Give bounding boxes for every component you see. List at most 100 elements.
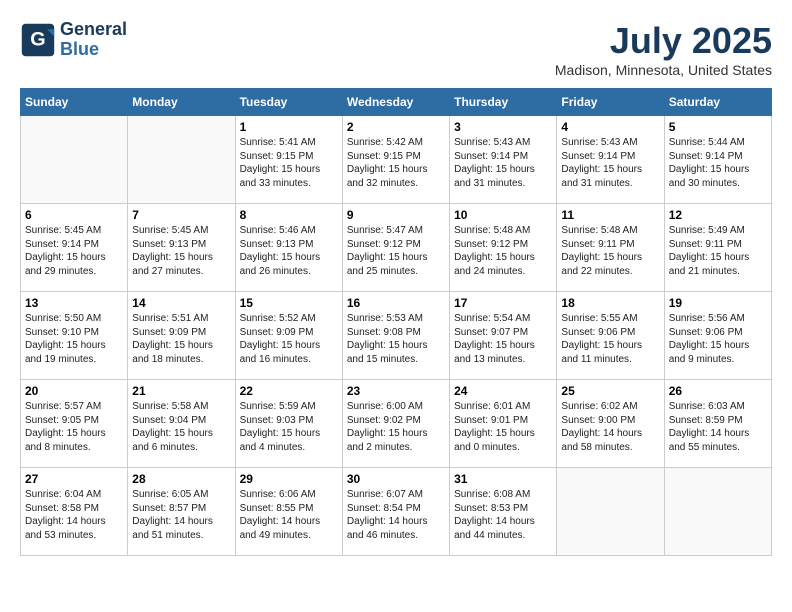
daylight-text: Daylight: 15 hours and 8 minutes. [25, 427, 123, 454]
sunset-text: Sunset: 9:14 PM [25, 238, 123, 252]
sunset-text: Sunset: 9:11 PM [669, 238, 767, 252]
sunrise-text: Sunrise: 6:06 AM [240, 488, 338, 502]
sunrise-text: Sunrise: 5:49 AM [669, 224, 767, 238]
day-number: 8 [240, 208, 338, 222]
daylight-text: Daylight: 15 hours and 33 minutes. [240, 163, 338, 190]
cell-content: Sunrise: 6:06 AMSunset: 8:55 PMDaylight:… [240, 488, 338, 542]
cell-content: Sunrise: 5:42 AMSunset: 9:15 PMDaylight:… [347, 136, 445, 190]
sunrise-text: Sunrise: 5:57 AM [25, 400, 123, 414]
title-block: July 2025 Madison, Minnesota, United Sta… [555, 20, 772, 78]
day-number: 12 [669, 208, 767, 222]
calendar-cell: 5 Sunrise: 5:44 AMSunset: 9:14 PMDaylight… [664, 116, 771, 204]
sunrise-text: Sunrise: 5:48 AM [561, 224, 659, 238]
sunset-text: Sunset: 9:09 PM [132, 326, 230, 340]
sunrise-text: Sunrise: 6:08 AM [454, 488, 552, 502]
day-number: 1 [240, 120, 338, 134]
day-number: 2 [347, 120, 445, 134]
cell-content: Sunrise: 5:43 AMSunset: 9:14 PMDaylight:… [454, 136, 552, 190]
calendar-cell: 18Sunrise: 5:55 AMSunset: 9:06 PMDayligh… [557, 292, 664, 380]
daylight-text: Daylight: 15 hours and 15 minutes. [347, 339, 445, 366]
calendar-cell: 6Sunrise: 5:45 AMSunset: 9:14 PMDaylight… [21, 204, 128, 292]
calendar-cell: 7Sunrise: 5:45 AMSunset: 9:13 PMDaylight… [128, 204, 235, 292]
sunset-text: Sunset: 8:58 PM [25, 502, 123, 516]
svg-text:G: G [30, 28, 45, 50]
cell-content: Sunrise: 6:08 AMSunset: 8:53 PMDaylight:… [454, 488, 552, 542]
sunset-text: Sunset: 9:12 PM [347, 238, 445, 252]
calendar-cell: 19Sunrise: 5:56 AMSunset: 9:06 PMDayligh… [664, 292, 771, 380]
day-number: 24 [454, 384, 552, 398]
sunset-text: Sunset: 9:04 PM [132, 414, 230, 428]
daylight-text: Daylight: 15 hours and 31 minutes. [561, 163, 659, 190]
day-number: 23 [347, 384, 445, 398]
day-number: 15 [240, 296, 338, 310]
day-number: 21 [132, 384, 230, 398]
daylight-text: Daylight: 14 hours and 51 minutes. [132, 515, 230, 542]
sunrise-text: Sunrise: 5:44 AM [669, 136, 767, 150]
daylight-text: Daylight: 15 hours and 19 minutes. [25, 339, 123, 366]
cell-content: Sunrise: 6:04 AMSunset: 8:58 PMDaylight:… [25, 488, 123, 542]
sunset-text: Sunset: 9:11 PM [561, 238, 659, 252]
day-number: 5 [669, 120, 767, 134]
logo-icon: G [20, 22, 56, 58]
sunrise-text: Sunrise: 5:56 AM [669, 312, 767, 326]
daylight-text: Daylight: 15 hours and 22 minutes. [561, 251, 659, 278]
daylight-text: Daylight: 15 hours and 0 minutes. [454, 427, 552, 454]
day-number: 16 [347, 296, 445, 310]
sunset-text: Sunset: 9:06 PM [669, 326, 767, 340]
sunset-text: Sunset: 8:54 PM [347, 502, 445, 516]
day-number: 29 [240, 472, 338, 486]
cell-content: Sunrise: 5:51 AMSunset: 9:09 PMDaylight:… [132, 312, 230, 366]
cell-content: Sunrise: 5:50 AMSunset: 9:10 PMDaylight:… [25, 312, 123, 366]
sunset-text: Sunset: 9:06 PM [561, 326, 659, 340]
daylight-text: Daylight: 14 hours and 58 minutes. [561, 427, 659, 454]
sunset-text: Sunset: 9:01 PM [454, 414, 552, 428]
sunset-text: Sunset: 9:05 PM [25, 414, 123, 428]
calendar-cell: 17Sunrise: 5:54 AMSunset: 9:07 PMDayligh… [450, 292, 557, 380]
cell-content: Sunrise: 5:44 AMSunset: 9:14 PMDaylight:… [669, 136, 767, 190]
cell-content: Sunrise: 6:01 AMSunset: 9:01 PMDaylight:… [454, 400, 552, 454]
day-number: 25 [561, 384, 659, 398]
sunrise-text: Sunrise: 5:41 AM [240, 136, 338, 150]
calendar-week-4: 20Sunrise: 5:57 AMSunset: 9:05 PMDayligh… [21, 380, 772, 468]
sunset-text: Sunset: 9:09 PM [240, 326, 338, 340]
header-saturday: Saturday [664, 89, 771, 116]
calendar-cell [664, 468, 771, 556]
day-number: 28 [132, 472, 230, 486]
sunrise-text: Sunrise: 5:54 AM [454, 312, 552, 326]
cell-content: Sunrise: 5:54 AMSunset: 9:07 PMDaylight:… [454, 312, 552, 366]
calendar-cell [557, 468, 664, 556]
daylight-text: Daylight: 15 hours and 9 minutes. [669, 339, 767, 366]
sunrise-text: Sunrise: 5:45 AM [25, 224, 123, 238]
sunset-text: Sunset: 9:08 PM [347, 326, 445, 340]
sunset-text: Sunset: 9:07 PM [454, 326, 552, 340]
cell-content: Sunrise: 5:41 AMSunset: 9:15 PMDaylight:… [240, 136, 338, 190]
sunrise-text: Sunrise: 5:47 AM [347, 224, 445, 238]
daylight-text: Daylight: 14 hours and 49 minutes. [240, 515, 338, 542]
sunrise-text: Sunrise: 6:03 AM [669, 400, 767, 414]
header-thursday: Thursday [450, 89, 557, 116]
daylight-text: Daylight: 15 hours and 4 minutes. [240, 427, 338, 454]
cell-content: Sunrise: 6:00 AMSunset: 9:02 PMDaylight:… [347, 400, 445, 454]
cell-content: Sunrise: 5:56 AMSunset: 9:06 PMDaylight:… [669, 312, 767, 366]
daylight-text: Daylight: 14 hours and 53 minutes. [25, 515, 123, 542]
sunrise-text: Sunrise: 5:58 AM [132, 400, 230, 414]
cell-content: Sunrise: 6:02 AMSunset: 9:00 PMDaylight:… [561, 400, 659, 454]
calendar-cell: 12Sunrise: 5:49 AMSunset: 9:11 PMDayligh… [664, 204, 771, 292]
calendar-cell [128, 116, 235, 204]
day-number: 7 [132, 208, 230, 222]
sunrise-text: Sunrise: 6:02 AM [561, 400, 659, 414]
calendar-week-5: 27Sunrise: 6:04 AMSunset: 8:58 PMDayligh… [21, 468, 772, 556]
header-wednesday: Wednesday [342, 89, 449, 116]
calendar-cell: 26Sunrise: 6:03 AMSunset: 8:59 PMDayligh… [664, 380, 771, 468]
sunrise-text: Sunrise: 5:52 AM [240, 312, 338, 326]
cell-content: Sunrise: 5:46 AMSunset: 9:13 PMDaylight:… [240, 224, 338, 278]
sunrise-text: Sunrise: 6:04 AM [25, 488, 123, 502]
sunrise-text: Sunrise: 5:42 AM [347, 136, 445, 150]
sunrise-text: Sunrise: 6:05 AM [132, 488, 230, 502]
sunrise-text: Sunrise: 5:50 AM [25, 312, 123, 326]
sunrise-text: Sunrise: 5:55 AM [561, 312, 659, 326]
daylight-text: Daylight: 15 hours and 11 minutes. [561, 339, 659, 366]
sunset-text: Sunset: 9:03 PM [240, 414, 338, 428]
calendar-cell: 9Sunrise: 5:47 AMSunset: 9:12 PMDaylight… [342, 204, 449, 292]
sunset-text: Sunset: 9:14 PM [454, 150, 552, 164]
